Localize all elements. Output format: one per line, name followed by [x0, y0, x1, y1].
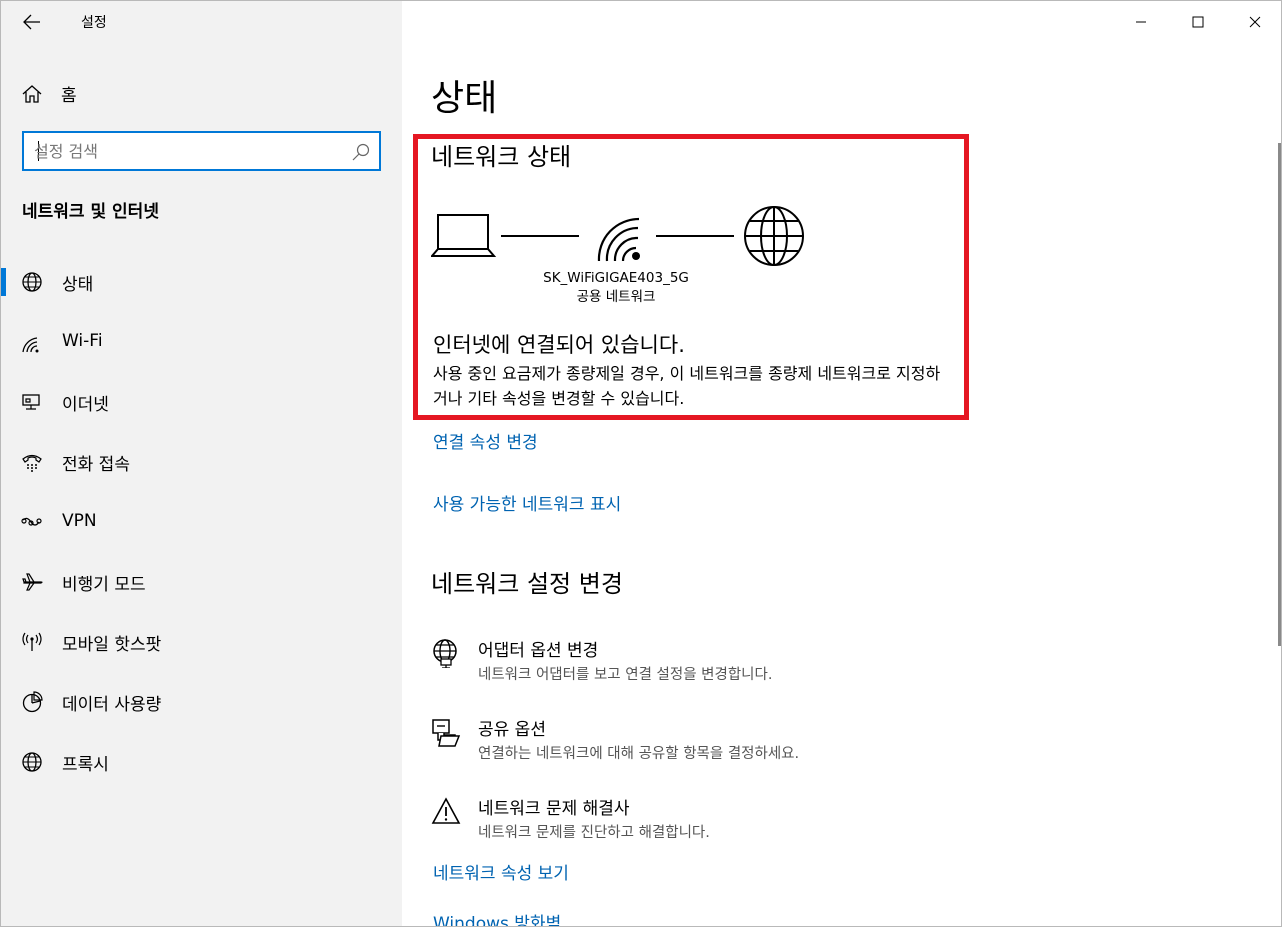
- option-title: 어댑터 옵션 변경: [478, 641, 599, 661]
- airplane-icon: [22, 573, 43, 591]
- change-settings-title: 네트워크 설정 변경: [431, 570, 623, 598]
- option-title: 네트워크 문제 해결사: [478, 799, 630, 819]
- sidebar-item-home[interactable]: 홈: [1, 71, 402, 115]
- home-icon: [22, 85, 42, 103]
- sidebar-item-label: Wi-Fi: [62, 331, 103, 351]
- sidebar-item-hotspot[interactable]: 모바일 핫스팟: [1, 614, 402, 670]
- active-indicator: [1, 268, 6, 296]
- laptop-icon: [431, 214, 497, 257]
- close-icon: [1249, 16, 1260, 28]
- sidebar-item-label: 이더넷: [62, 395, 109, 415]
- sidebar-item-label: 전화 접속: [62, 455, 130, 475]
- warning-icon: [431, 797, 461, 824]
- network-info: SK_WiFiGIGAE403_5G 공용 네트워크: [522, 269, 710, 307]
- windows-firewall-link[interactable]: Windows 방화벽: [433, 909, 561, 926]
- minimize-icon: [1135, 21, 1146, 23]
- sidebar-item-label: 모바일 핫스팟: [62, 635, 162, 655]
- app-title: 설정: [81, 15, 107, 31]
- search-input[interactable]: [34, 139, 344, 163]
- settings-window: 설정 홈 네트워크 및 인터넷 상태 Wi-Fi 이더넷 전화 접속: [0, 0, 1282, 927]
- network-troubleshooter-item[interactable]: 네트워크 문제 해결사 네트워크 문제를 진단하고 해결합니다.: [431, 794, 1031, 854]
- sidebar-item-vpn[interactable]: VPN: [1, 495, 402, 551]
- adapter-options-item[interactable]: 어댑터 옵션 변경 네트워크 어댑터를 보고 연결 설정을 변경합니다.: [431, 636, 1031, 696]
- sidebar-item-data-usage[interactable]: 데이터 사용량: [1, 674, 402, 730]
- sidebar-item-proxy[interactable]: 프록시: [1, 734, 402, 790]
- scrollbar[interactable]: [1278, 143, 1281, 646]
- sidebar-item-label: 비행기 모드: [62, 575, 146, 595]
- wifi-signal-icon: [597, 217, 640, 262]
- wifi-icon: [22, 337, 39, 353]
- ethernet-icon: [22, 394, 40, 410]
- home-label: 홈: [61, 86, 77, 106]
- internet-globe-icon: [744, 206, 804, 266]
- sidebar-item-ethernet[interactable]: 이더넷: [1, 374, 402, 430]
- sidebar-item-label: 데이터 사용량: [62, 695, 162, 715]
- option-desc: 연결하는 네트워크에 대해 공유할 항목을 결정하세요.: [478, 746, 800, 762]
- sidebar-item-status[interactable]: 상태: [1, 254, 402, 310]
- minimize-button[interactable]: [1112, 1, 1169, 43]
- main-content: 상태 네트워크 상태 SK_WiFiGIGAE403_5G 공용 네트워크 인터…: [402, 1, 1281, 926]
- vpn-icon: [21, 517, 42, 526]
- view-network-properties-link[interactable]: 네트워크 속성 보기: [433, 859, 569, 884]
- maximize-button[interactable]: [1169, 1, 1226, 43]
- back-button[interactable]: [15, 7, 49, 37]
- data-usage-icon: [22, 691, 43, 713]
- option-title: 공유 옵션: [478, 720, 546, 740]
- sidebar-item-label: VPN: [62, 511, 97, 531]
- globe-icon: [22, 272, 42, 292]
- change-connection-properties-link[interactable]: 연결 속성 변경: [433, 428, 538, 453]
- sidebar-item-wifi[interactable]: Wi-Fi: [1, 315, 402, 371]
- sidebar-item-airplane[interactable]: 비행기 모드: [1, 554, 402, 610]
- network-type: 공용 네트워크: [576, 289, 656, 305]
- titlebar-left: 설정: [1, 1, 402, 43]
- sidebar-section-title: 네트워크 및 인터넷: [22, 202, 159, 222]
- network-status-title: 네트워크 상태: [431, 143, 572, 171]
- proxy-globe-icon: [22, 752, 42, 772]
- window-controls: [1112, 1, 1281, 43]
- adapter-icon: [433, 639, 457, 668]
- option-desc: 네트워크 문제를 진단하고 해결합니다.: [478, 825, 710, 841]
- dialup-icon: [22, 454, 42, 472]
- maximize-icon: [1192, 16, 1203, 28]
- back-arrow-icon: [23, 14, 40, 30]
- sidebar: 설정 홈 네트워크 및 인터넷 상태 Wi-Fi 이더넷 전화 접속: [1, 1, 402, 926]
- option-desc: 네트워크 어댑터를 보고 연결 설정을 변경합니다.: [478, 667, 773, 683]
- sidebar-item-label: 상태: [62, 275, 94, 295]
- connection-status-text: 인터넷에 연결되어 있습니다.: [433, 333, 685, 357]
- sharing-icon: [432, 719, 461, 747]
- network-ssid: SK_WiFiGIGAE403_5G: [543, 270, 689, 286]
- sidebar-item-dialup[interactable]: 전화 접속: [1, 434, 402, 490]
- sharing-options-item[interactable]: 공유 옵션 연결하는 네트워크에 대해 공유할 항목을 결정하세요.: [431, 715, 1031, 775]
- hotspot-icon: [22, 632, 42, 651]
- search-icon[interactable]: [351, 142, 371, 162]
- search-box[interactable]: [22, 131, 381, 171]
- sidebar-item-label: 프록시: [62, 755, 109, 775]
- show-available-networks-link[interactable]: 사용 가능한 네트워크 표시: [433, 490, 621, 515]
- connection-description: 사용 중인 요금제가 종량제일 경우, 이 네트워크를 종량제 네트워크로 지정…: [433, 364, 941, 408]
- page-title: 상태: [431, 78, 498, 119]
- close-button[interactable]: [1226, 1, 1281, 43]
